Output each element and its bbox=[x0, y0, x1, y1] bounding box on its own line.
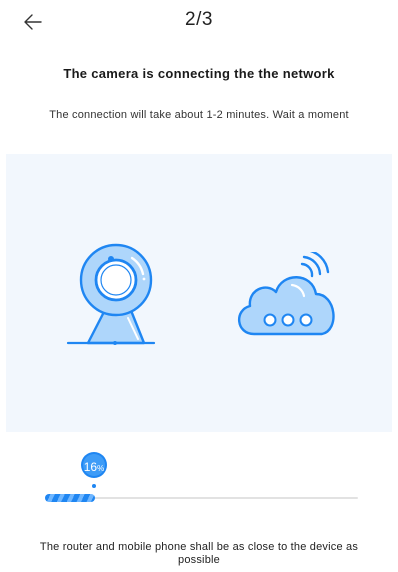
progress-number: 16 bbox=[83, 460, 98, 474]
camera-icon bbox=[66, 243, 156, 345]
step-indicator: 2/3 bbox=[185, 9, 213, 30]
progress-fill bbox=[45, 494, 95, 502]
page-subtitle: The connection will take about 1-2 minut… bbox=[49, 109, 349, 121]
proximity-tip: The router and mobile phone shall be as … bbox=[39, 541, 359, 566]
cloud-wifi-icon bbox=[238, 252, 335, 336]
progress-section: 16% bbox=[0, 440, 398, 520]
page-title: The camera is connecting the the network bbox=[63, 66, 335, 81]
connection-illustration bbox=[6, 154, 392, 432]
progress-unit: % bbox=[97, 464, 105, 473]
progress-value: 16% bbox=[76, 460, 112, 474]
header: 2/3 bbox=[0, 0, 398, 44]
progress-dot bbox=[92, 484, 96, 488]
